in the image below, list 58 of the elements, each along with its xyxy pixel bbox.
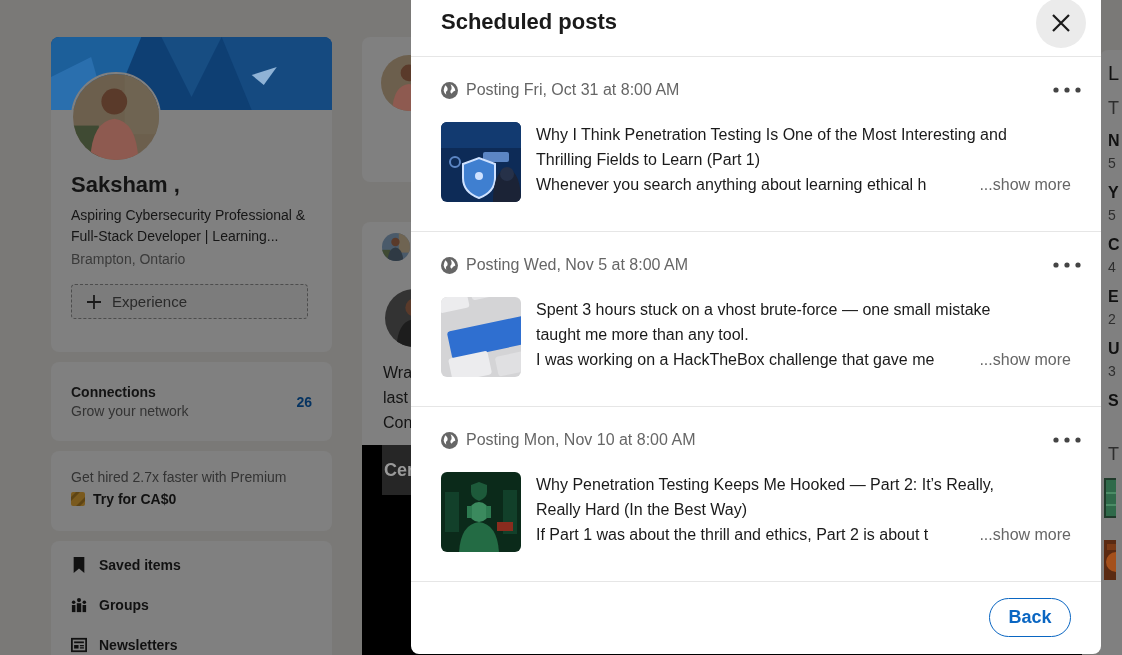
- connections-card[interactable]: Connections Grow your network 26: [51, 362, 332, 441]
- schedule-time: Posting Mon, Nov 10 at 8:00 AM: [466, 431, 697, 449]
- card-title: L: [1108, 61, 1121, 86]
- card-subtitle: T: [1108, 97, 1120, 120]
- show-more-link[interactable]: ...show more: [979, 347, 1071, 372]
- profile-headline: Aspiring Cybersecurity Professional & Full-Stack Developer | Learning...: [71, 206, 307, 246]
- connections-subtitle: Grow your network: [71, 401, 189, 421]
- section-title: T: [1108, 443, 1120, 466]
- premium-link[interactable]: Try for CA$0: [71, 491, 312, 507]
- show-more-link[interactable]: ...show more: [979, 522, 1071, 547]
- close-icon: [1051, 12, 1071, 33]
- premium-text: Get hired 2.7x faster with Premium: [71, 468, 288, 487]
- profile-name: Saksham ,: [71, 171, 181, 199]
- media-title: Cer: [384, 459, 414, 481]
- sidebar-item[interactable]: Saved items: [71, 555, 312, 575]
- schedule-time: Posting Wed, Nov 5 at 8:00 AM: [466, 256, 690, 274]
- connections-label: Connections: [71, 382, 157, 402]
- sidebar-item[interactable]: Newsletters: [71, 635, 312, 655]
- post-text: Con: [383, 413, 413, 433]
- news-headline[interactable]: U: [1108, 338, 1122, 360]
- news-headline[interactable]: E: [1108, 286, 1122, 308]
- news-headline[interactable]: Y: [1108, 182, 1122, 204]
- dialog-title: Scheduled posts: [441, 8, 618, 35]
- add-experience-button[interactable]: Experience: [71, 284, 308, 319]
- more-options-button[interactable]: [1053, 260, 1081, 270]
- post-text: Wra: [383, 363, 413, 383]
- connections-count: 26: [296, 393, 312, 410]
- post-excerpt: I was working on a HackTheBox challenge that gave me: [536, 350, 935, 370]
- news-meta: 2: [1108, 310, 1117, 328]
- more-options-button[interactable]: [1053, 435, 1081, 445]
- news-meta: 5: [1108, 154, 1117, 172]
- more-icon: [1053, 437, 1081, 443]
- show-more-link[interactable]: S: [1108, 390, 1122, 412]
- sidebar-item[interactable]: Groups: [71, 595, 312, 615]
- back-button[interactable]: Back: [989, 598, 1071, 637]
- post-excerpt: Whenever you search anything about learning ethical h: [536, 175, 927, 195]
- premium-icon: [71, 492, 85, 506]
- bookmark-icon: [71, 557, 87, 573]
- news-meta: 4: [1108, 258, 1117, 276]
- news-headline[interactable]: N: [1108, 130, 1122, 152]
- post-title: Spent 3 hours stuck on a vhost brute-force — one small mistake taught me more than any tool.: [536, 300, 992, 345]
- more-options-button[interactable]: [1053, 85, 1081, 95]
- post-excerpt: If Part 1 was about the thrill and ethics, Part 2 is about t: [536, 525, 929, 545]
- profile-location: Brampton, Ontario: [71, 250, 187, 269]
- more-icon: [1053, 87, 1081, 93]
- groups-icon: [71, 597, 87, 613]
- schedule-time: Posting Fri, Oct 31 at 8:00 AM: [466, 81, 681, 99]
- plus-icon: [86, 293, 102, 310]
- newsletter-icon: [71, 637, 87, 653]
- news-meta: 5: [1108, 206, 1117, 224]
- news-meta: 3: [1108, 362, 1117, 380]
- post-title: Why Penetration Testing Keeps Me Hooked — Part 2: It’s Really, Really Hard (In the Best Way): [536, 475, 995, 520]
- post-title: Why I Think Penetration Testing Is One of the Most Interesting and Thrilling Fields to Learn (Part 1): [536, 125, 1008, 170]
- show-more-link[interactable]: ...show more: [979, 172, 1071, 197]
- close-button[interactable]: [1036, 0, 1086, 48]
- news-headline[interactable]: C: [1108, 234, 1122, 256]
- post-text: last: [383, 388, 408, 408]
- more-icon: [1053, 262, 1081, 268]
